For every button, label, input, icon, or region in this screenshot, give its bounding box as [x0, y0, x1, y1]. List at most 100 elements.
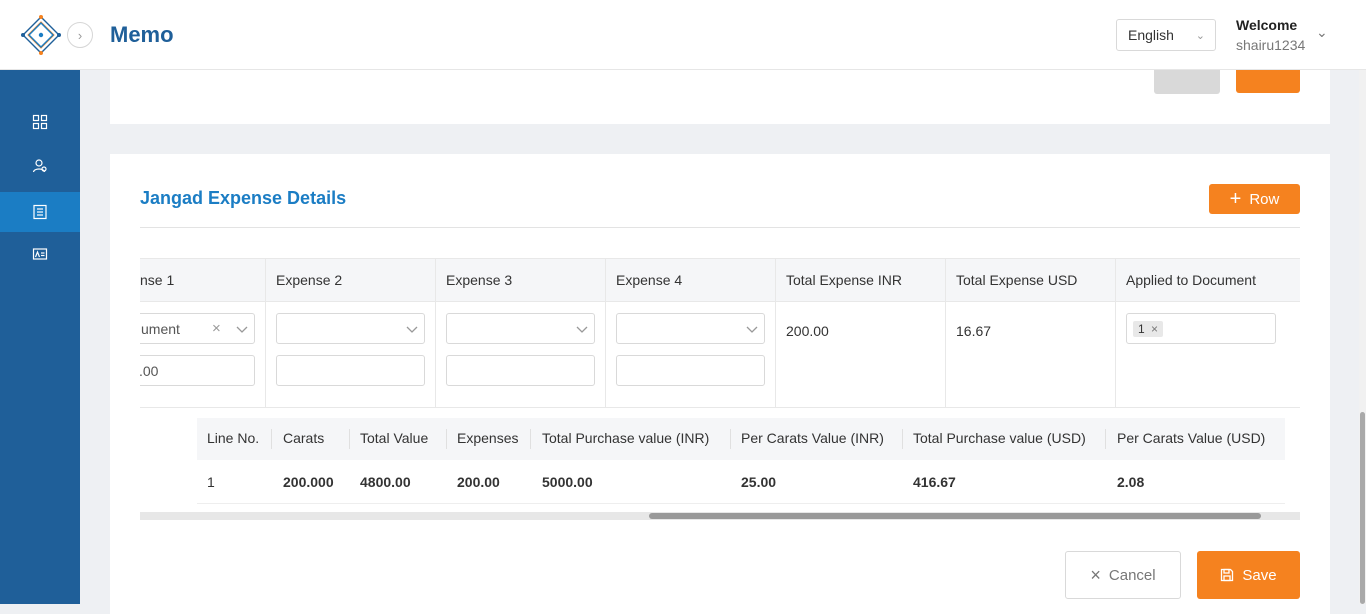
expense2-select[interactable] — [276, 313, 425, 344]
expense2-header: Expense 2 — [276, 272, 343, 288]
chevron-down-icon — [236, 326, 248, 333]
total-purchase-usd-cell: 416.67 — [913, 474, 956, 490]
expense2-amount-input[interactable] — [276, 355, 425, 386]
list-icon — [33, 204, 47, 220]
vertical-scrollbar[interactable] — [1359, 70, 1366, 604]
dashboard-icon — [32, 114, 48, 130]
expense4-column: Expense 4 — [606, 259, 776, 407]
add-row-label: Row — [1249, 190, 1280, 208]
sidebar-item-dashboard[interactable] — [0, 102, 80, 142]
clear-icon[interactable]: × — [212, 320, 221, 337]
total-purchase-inr-cell: 5000.00 — [542, 474, 593, 490]
total-purchase-inr-header: Total Purchase value (INR) — [542, 430, 710, 446]
plus-icon: + — [1229, 188, 1242, 210]
expenses-header: Expenses — [457, 430, 519, 446]
add-row-button[interactable]: + Row — [1209, 184, 1300, 214]
total-expense-usd-column: Total Expense USD 16.67 — [946, 259, 1116, 407]
chevron-down-icon — [746, 326, 758, 333]
save-icon — [1221, 568, 1234, 582]
header-separator — [902, 429, 903, 449]
chevron-down-icon: ⌄ — [1195, 30, 1205, 42]
header-separator — [730, 429, 731, 449]
applied-to-document-column: Applied to Document 1 × — [1116, 259, 1300, 407]
line-table-header: Line No. Carats Total Value Expenses Tot… — [197, 418, 1285, 460]
applied-document-tag: 1 × — [1133, 321, 1164, 337]
expense1-select-value: ument — [141, 321, 180, 337]
app-logo-icon — [21, 15, 61, 55]
user-menu-chevron-icon[interactable]: ⌄ — [1316, 24, 1328, 41]
table-row: 1 200.000 4800.00 200.00 5000.00 25.00 4… — [197, 460, 1285, 504]
expense3-select[interactable] — [446, 313, 595, 344]
save-label: Save — [1242, 566, 1277, 584]
expense4-select[interactable] — [616, 313, 765, 344]
total-expense-inr-value: 200.00 — [786, 323, 829, 339]
expense1-amount-value: .00 — [140, 363, 159, 379]
language-select[interactable]: English ⌄ — [1116, 19, 1216, 51]
previous-card — [110, 70, 1330, 124]
expense3-header: Expense 3 — [446, 272, 513, 288]
line-no-header: Line No. — [207, 430, 260, 446]
total-expense-inr-column: Total Expense INR 200.00 — [776, 259, 946, 407]
top-bar: › Memo English ⌄ Welcome shairu1234 ⌄ — [0, 0, 1366, 70]
carats-header: Carats — [283, 430, 325, 446]
horizontal-scrollbar-thumb[interactable] — [649, 513, 1261, 519]
applied-to-document-select[interactable]: 1 × — [1126, 313, 1276, 344]
welcome-label: Welcome — [1236, 17, 1298, 33]
total-value-header: Total Value — [360, 430, 429, 446]
id-card-icon — [32, 248, 48, 260]
expense1-column: nse 1 ument × .00 — [140, 259, 266, 407]
per-carats-inr-cell: 25.00 — [741, 474, 777, 490]
vertical-scrollbar-thumb[interactable] — [1360, 412, 1365, 604]
line-no-cell: 1 — [207, 474, 215, 490]
sidebar-toggle-button[interactable]: › — [67, 22, 93, 48]
expense4-amount-input[interactable] — [616, 355, 765, 386]
sidebar-item-profile[interactable] — [0, 234, 80, 274]
horizontal-scrollbar[interactable] — [140, 512, 1300, 520]
expense4-header: Expense 4 — [616, 272, 683, 288]
row-divider — [140, 407, 1300, 408]
per-carats-inr-header: Per Carats Value (INR) — [741, 430, 884, 446]
users-icon — [32, 159, 47, 173]
carats-cell: 200.000 — [283, 474, 334, 490]
header-separator — [530, 429, 531, 449]
cancel-label: Cancel — [1108, 566, 1156, 584]
per-carats-usd-header: Per Carats Value (USD) — [1117, 430, 1266, 446]
header-separator — [446, 429, 447, 449]
header-separator — [1105, 429, 1106, 449]
close-icon[interactable]: × — [1151, 322, 1158, 336]
sidebar-item-memo[interactable] — [0, 192, 80, 232]
username-label: shairu1234 — [1236, 37, 1306, 53]
close-icon: × — [1090, 564, 1101, 585]
cancel-button[interactable]: × Cancel — [1065, 551, 1181, 599]
expense2-column: Expense 2 — [266, 259, 436, 407]
per-carats-usd-cell: 2.08 — [1117, 474, 1145, 490]
expense3-column: Expense 3 — [436, 259, 606, 407]
total-purchase-usd-header: Total Purchase value (USD) — [913, 430, 1086, 446]
expenses-cell: 200.00 — [457, 474, 500, 490]
section-title: Jangad Expense Details — [140, 188, 347, 208]
total-expense-inr-header: Total Expense INR — [786, 272, 902, 288]
expense1-header: nse 1 — [140, 272, 175, 288]
line-table: Line No. Carats Total Value Expenses Tot… — [197, 418, 1285, 504]
chevron-down-icon — [406, 326, 418, 333]
chevron-right-icon: › — [77, 27, 83, 43]
expense1-select[interactable]: ument × — [140, 313, 255, 344]
language-value: English — [1128, 27, 1174, 43]
header-separator — [271, 429, 272, 449]
expense3-amount-input[interactable] — [446, 355, 595, 386]
page-title: Memo — [110, 22, 174, 47]
total-value-cell: 4800.00 — [360, 474, 411, 490]
total-expense-usd-value: 16.67 — [956, 323, 992, 339]
applied-to-document-header: Applied to Document — [1126, 272, 1256, 288]
previous-card-primary-button[interactable] — [1236, 70, 1300, 93]
applied-document-tag-label: 1 — [1138, 322, 1145, 336]
expense-table: nse 1 ument × .00 Expense 2 Expense 3 Ex… — [140, 258, 1300, 520]
expense1-amount-input[interactable]: .00 — [140, 355, 255, 386]
sidebar — [0, 70, 80, 604]
header-separator — [349, 429, 350, 449]
save-button[interactable]: Save — [1197, 551, 1300, 599]
previous-card-secondary-button[interactable] — [1154, 70, 1220, 94]
chevron-down-icon — [576, 326, 588, 333]
section-divider — [140, 227, 1300, 228]
sidebar-item-users[interactable] — [0, 146, 80, 186]
